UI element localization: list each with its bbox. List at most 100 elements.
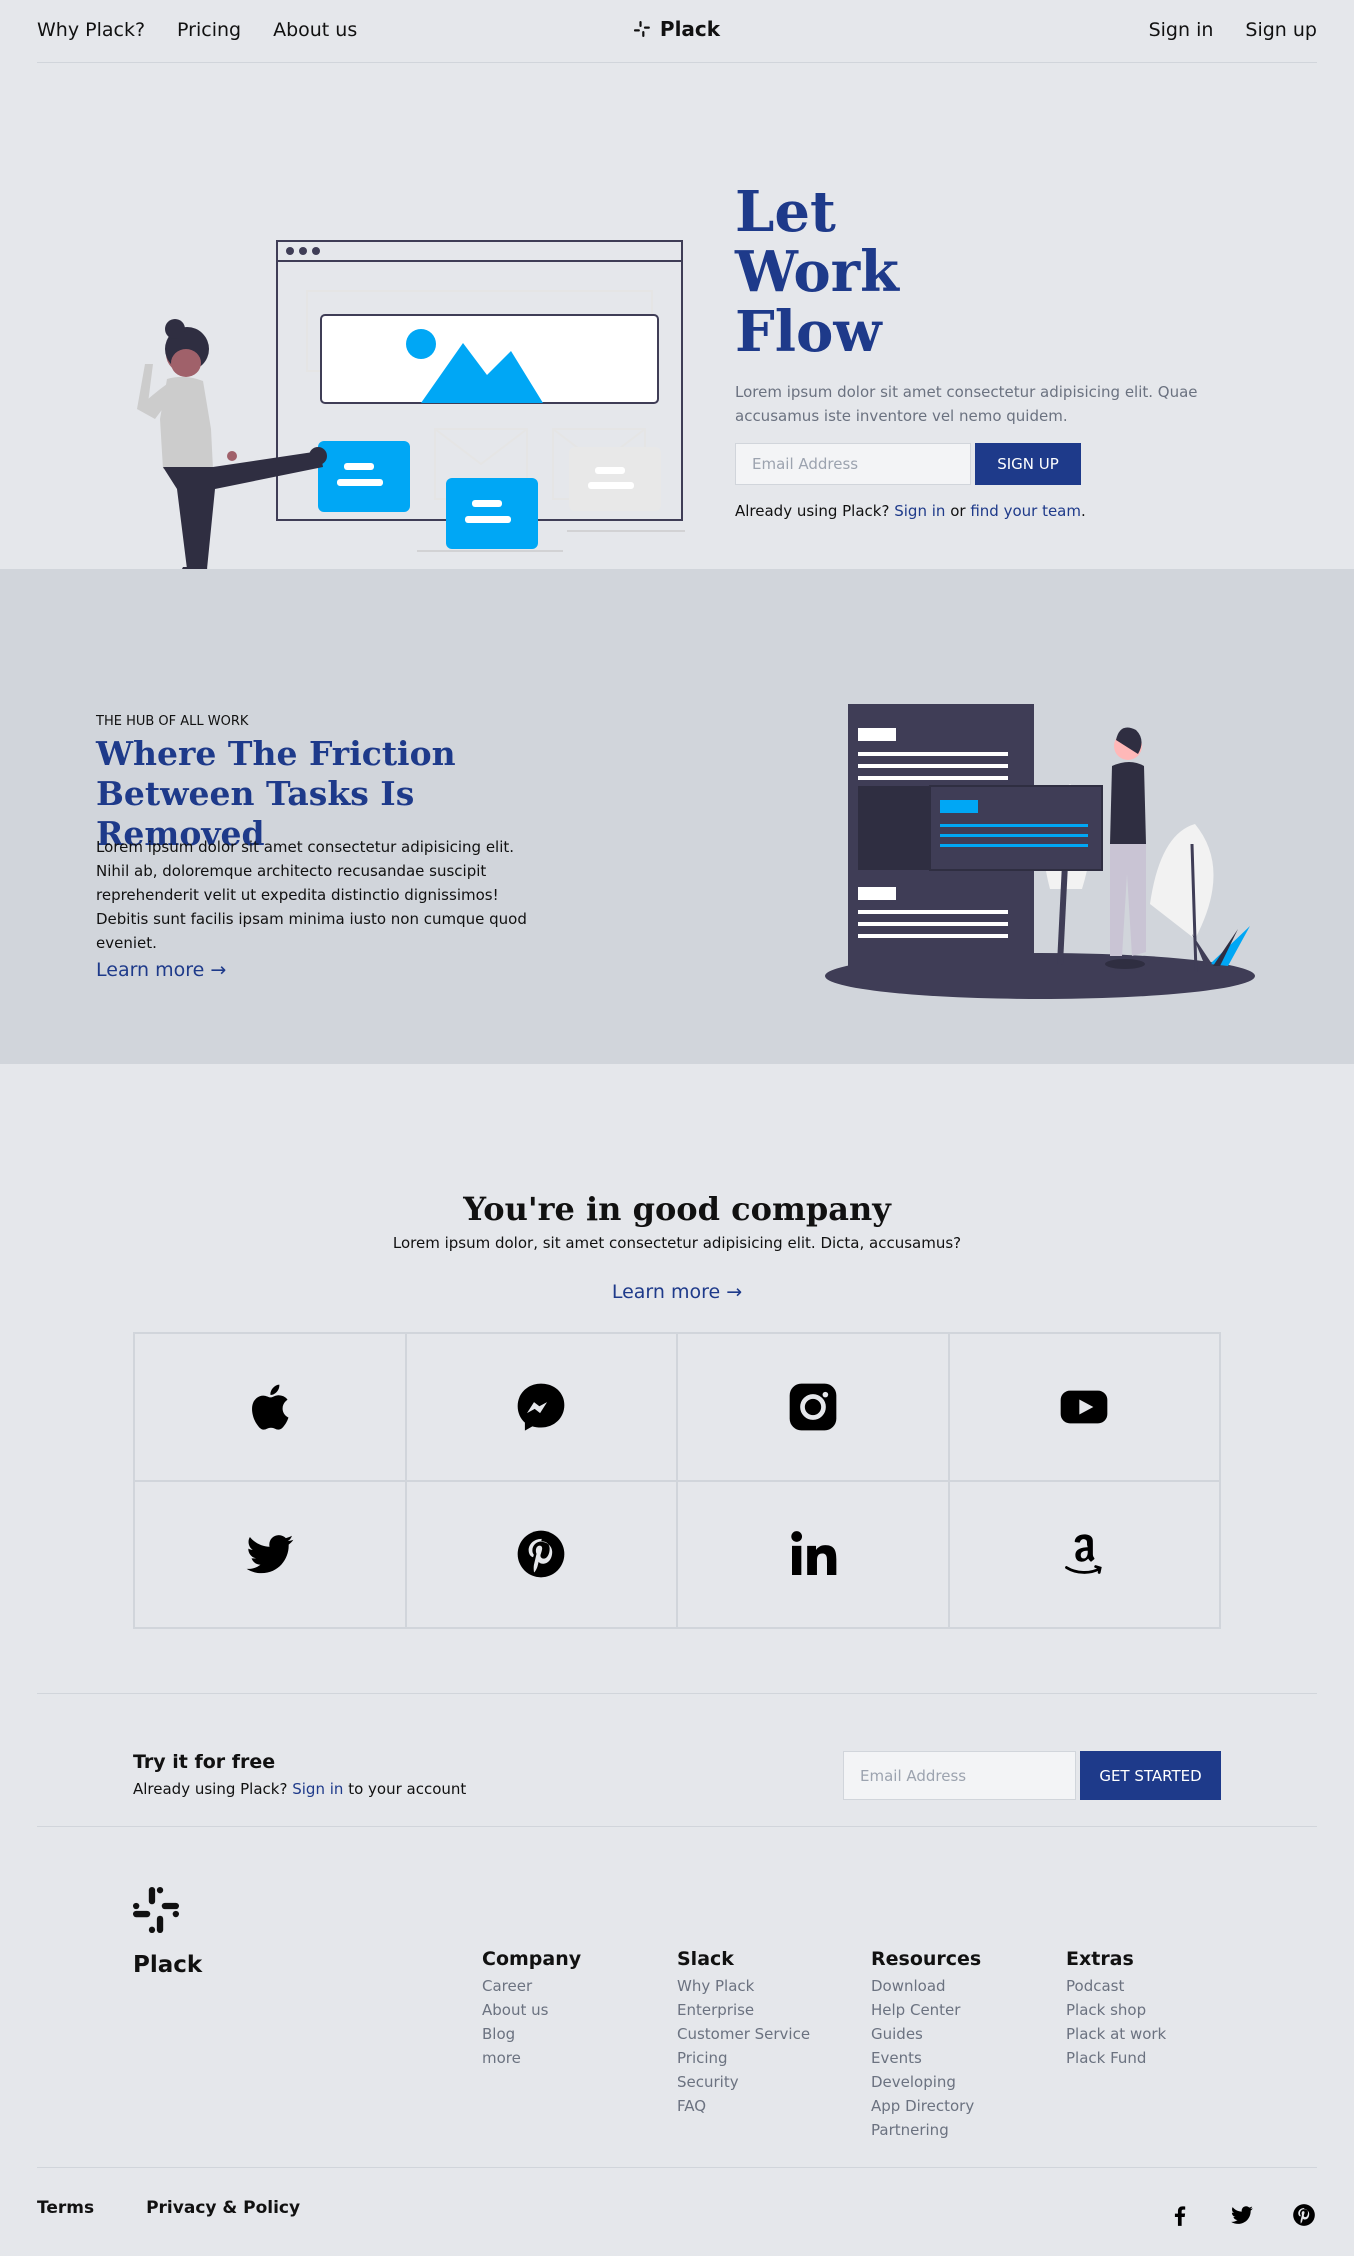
logo-cell-apple [134,1333,406,1481]
already-prefix: Already using Plack? [735,502,890,520]
cta-prefix: Already using Plack? [133,1780,288,1798]
legal-links: Terms Privacy & Policy [37,2198,300,2218]
footer-link[interactable]: Customer Service [677,2022,810,2046]
hero-signup-button[interactable]: SIGN UP [975,443,1081,485]
company-learn-more-link[interactable]: Learn more → [612,1281,742,1303]
brand-name: Plack [659,17,721,41]
facebook-icon [1174,2206,1186,2226]
footer-link[interactable]: Help Center [871,1998,981,2022]
period: . [1080,502,1086,520]
hero-subtitle: Lorem ipsum dolor sit amet consectetur a… [735,383,1198,425]
nav-link-pricing[interactable]: Pricing [177,19,241,41]
nav-link-why-plack[interactable]: Why Plack? [37,19,145,41]
cta-form: Email Address GET STARTED [843,1751,1221,1800]
or-text: or [950,502,966,520]
footer-column-title: Slack [677,1948,734,1970]
feature-kicker: THE HUB OF ALL WORK [96,714,249,729]
pinterest-link[interactable] [1291,2202,1317,2232]
hero-signup-form: Email Address SIGN UP [735,443,1215,485]
footer-link[interactable]: Security [677,2070,810,2094]
logo-cell-messenger [405,1333,677,1481]
footer-link[interactable]: Plack Fund [1066,2046,1166,2070]
cta-section: Try it for free Already using Plack? Sig… [37,1693,1317,1827]
footer-column-title: Resources [871,1948,982,1970]
apple-icon [251,1384,289,1430]
brand-logo-link[interactable]: Plack [633,17,721,41]
logo-cell-instagram [677,1333,949,1481]
facebook-link[interactable] [1167,2202,1193,2232]
instagram-icon [789,1383,837,1431]
hero-content: Let Work Flow Lorem ipsum dolor sit amet… [735,182,1215,520]
social-links [1167,2202,1317,2232]
footer-column-title: Extras [1066,1948,1134,1970]
footer-link[interactable]: Partnering [871,2118,981,2142]
footer-link[interactable]: Guides [871,2022,981,2046]
hero-title: Let Work Flow [735,182,935,362]
footer-column-title: Company [482,1948,582,1970]
footer-brand: Plack [133,1952,203,1978]
footer-link[interactable]: Podcast [1066,1974,1166,1998]
auth-links: Sign in Sign up [1149,19,1317,41]
plack-logo-icon [133,1887,179,1933]
footer-bottom-bar: Terms Privacy & Policy [37,2167,1317,2256]
hero-title-line: Flow [735,299,882,365]
feature-body: Lorem ipsum dolor sit amet consectetur a… [96,838,527,952]
twitter-link[interactable] [1229,2202,1255,2232]
logo-cell-youtube [948,1333,1220,1481]
messenger-icon [517,1383,565,1431]
footer-link[interactable]: Developing [871,2070,981,2094]
terms-link[interactable]: Terms [37,2198,94,2218]
footer-column-resources: Resources Download Help Center Guides Ev… [871,1948,981,2142]
footer-link[interactable]: Career [482,1974,581,1998]
logo-cell-pinterest [405,1480,677,1628]
footer-link[interactable]: Plack at work [1066,2022,1166,2046]
footer-link[interactable]: Events [871,2046,981,2070]
hero-illustration [115,240,685,586]
sign-in-link[interactable]: Sign in [1149,19,1214,41]
hero-email-input[interactable]: Email Address [735,443,971,485]
twitter-icon [246,1535,294,1574]
footer-link[interactable]: Pricing [677,2046,810,2070]
footer-link[interactable]: Download [871,1974,981,1998]
footer-link[interactable]: About us [482,1998,581,2022]
footer-link[interactable]: Enterprise [677,1998,810,2022]
nav-links: Why Plack? Pricing About us [37,19,357,41]
cta-sign-in-link[interactable]: Sign in [292,1780,343,1798]
footer-link[interactable]: FAQ [677,2094,810,2118]
footer-column-extras: Extras Podcast Plack shop Plack at work … [1066,1948,1166,2070]
hero-already-using: Already using Plack? Sign in or find you… [735,502,1215,520]
youtube-icon [1060,1390,1108,1424]
sign-up-link[interactable]: Sign up [1245,19,1317,41]
footer-link[interactable]: Plack shop [1066,1998,1166,2022]
feature-illustration [825,704,1255,999]
hero-section: Let Work Flow Lorem ipsum dolor sit amet… [0,64,1354,586]
privacy-policy-link[interactable]: Privacy & Policy [146,2198,300,2218]
footer-link[interactable]: Blog [482,2022,581,2046]
cta-title: Try it for free [133,1751,276,1773]
feature-learn-more-link[interactable]: Learn more → [96,959,226,981]
partner-logo-grid [133,1332,1221,1629]
footer-link[interactable]: more [482,2046,581,2070]
company-subtitle: Lorem ipsum dolor, sit amet consectetur … [392,1234,962,1252]
footer-link[interactable]: App Directory [871,2094,981,2118]
find-team-link[interactable]: find your team [970,502,1081,520]
get-started-button[interactable]: GET STARTED [1080,1751,1221,1800]
pinterest-icon [517,1530,565,1578]
feature-section: THE HUB OF ALL WORK Where The Friction B… [0,569,1354,1064]
footer-column-slack: Slack Why Plack Enterprise Customer Serv… [677,1948,810,2118]
cta-suffix: to your account [348,1780,467,1798]
hero-title-line: Let [735,179,836,245]
nav-link-about-us[interactable]: About us [273,19,357,41]
footer-link[interactable]: Why Plack [677,1974,810,1998]
hero-sign-in-link[interactable]: Sign in [894,502,945,520]
footer-column-company: Company Career About us Blog more [482,1948,581,2070]
twitter-icon [1231,2206,1253,2224]
amazon-icon [1065,1534,1102,1575]
top-nav: Why Plack? Pricing About us Plack Sign i… [37,0,1317,63]
logo-cell-twitter [134,1480,406,1628]
cta-email-input[interactable]: Email Address [843,1751,1076,1800]
cta-subtitle: Already using Plack? Sign in to your acc… [133,1780,466,1798]
logo-cell-amazon [948,1480,1220,1628]
company-title: You're in good company [463,1190,891,1228]
pinterest-icon [1293,2204,1315,2226]
